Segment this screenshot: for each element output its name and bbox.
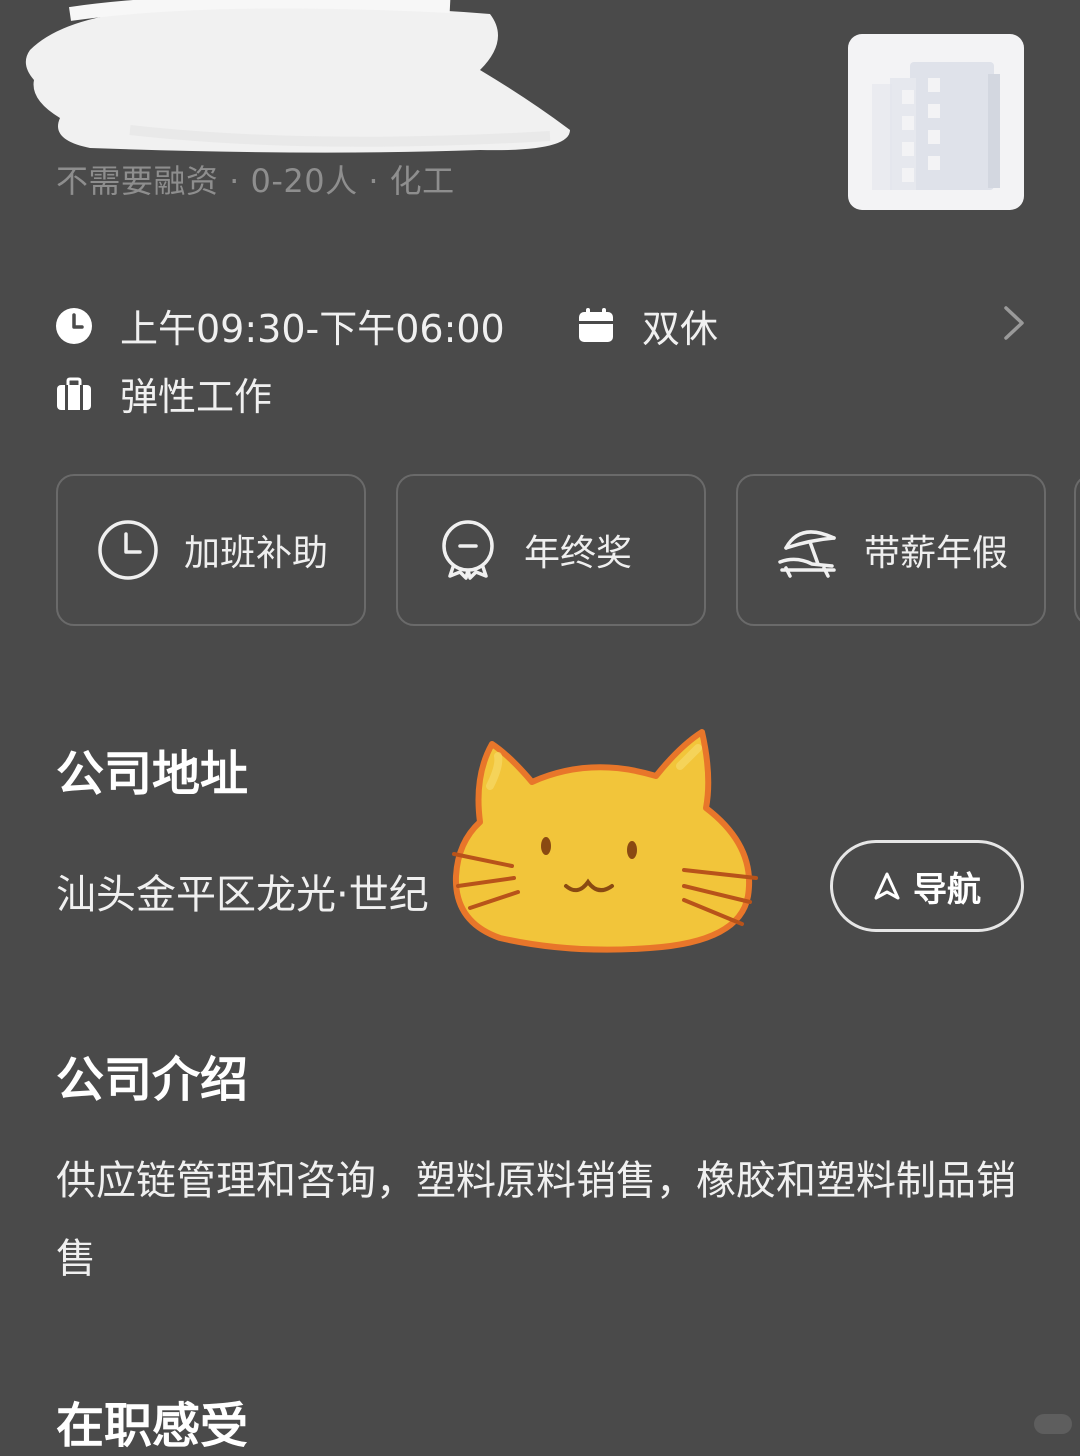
address-section-title: 公司地址	[56, 746, 249, 802]
benefit-card-more[interactable]	[1074, 474, 1080, 626]
navigate-button[interactable]: 导航	[830, 840, 1024, 932]
chevron-right-icon[interactable]	[996, 302, 1030, 344]
medal-icon	[442, 520, 494, 580]
benefit-label: 带薪年假	[864, 533, 1009, 574]
navigation-arrow-icon	[874, 872, 900, 900]
flexible-work-text: 弹性工作	[120, 375, 273, 419]
cat-sticker	[452, 729, 758, 953]
employee-feedback-title: 在职感受	[56, 1398, 249, 1454]
benefit-card-overtime[interactable]: 加班补助	[56, 474, 366, 626]
briefcase-icon	[57, 377, 91, 410]
work-hours-text: 上午09:30-下午06:00	[120, 307, 505, 351]
company-meta: 不需要融资 · 0-20人 · 化工	[56, 162, 455, 200]
benefit-card-bonus[interactable]: 年终奖	[396, 474, 706, 626]
calendar-icon	[579, 307, 613, 342]
intro-section-title: 公司介绍	[56, 1052, 249, 1108]
watermark-badge	[1034, 1414, 1072, 1434]
rest-days: 双休	[576, 298, 718, 353]
beach-umbrella-icon	[778, 530, 836, 578]
company-intro-text: 供应链管理和咨询，塑料原料销售，橡胶和塑料制品销售	[56, 1158, 1016, 1282]
rest-days-text: 双休	[642, 307, 719, 351]
building-icon	[872, 62, 1000, 190]
flexible-work: 弹性工作	[54, 366, 272, 421]
navigate-button-label: 导航	[913, 869, 981, 910]
clock-icon	[56, 307, 92, 344]
company-logo	[848, 34, 1024, 210]
clock-icon	[98, 520, 158, 580]
redaction-scribble	[25, 0, 571, 153]
company-address: 汕头金平区龙光·世纪	[56, 872, 429, 918]
benefit-label: 加班补助	[184, 533, 329, 574]
benefit-card-paid-leave[interactable]: 带薪年假	[736, 474, 1046, 626]
work-hours: 上午09:30-下午06:00	[54, 298, 505, 353]
benefit-label: 年终奖	[524, 533, 633, 574]
